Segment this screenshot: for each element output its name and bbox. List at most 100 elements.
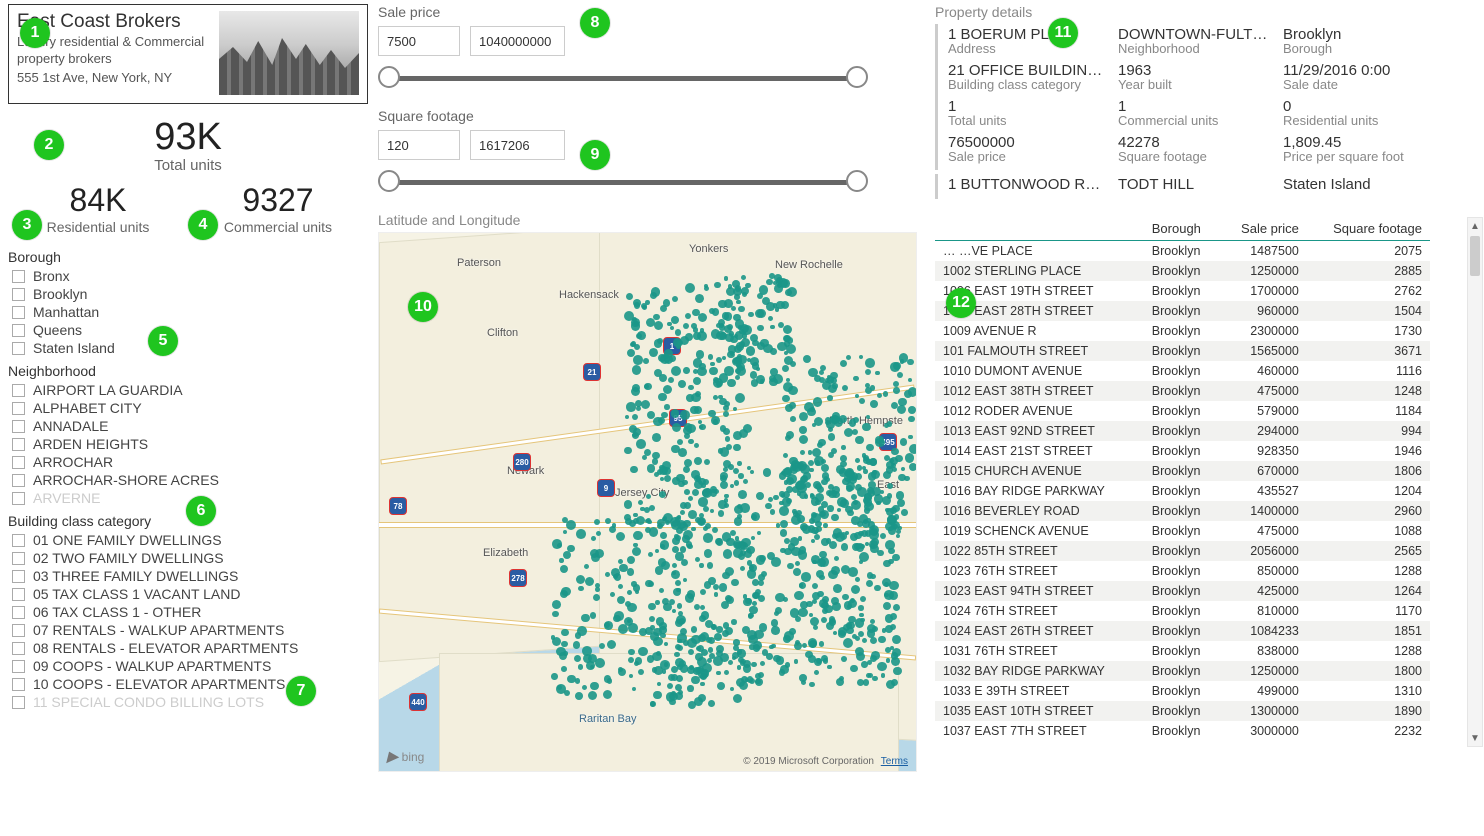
map-point[interactable] bbox=[629, 674, 633, 678]
map-point[interactable] bbox=[650, 625, 655, 630]
map-point[interactable] bbox=[674, 652, 679, 657]
map-point[interactable] bbox=[768, 497, 773, 502]
map-point[interactable] bbox=[651, 287, 660, 296]
map-point[interactable] bbox=[699, 513, 704, 518]
map-point[interactable] bbox=[854, 543, 861, 550]
map-point[interactable] bbox=[864, 493, 872, 501]
map-point[interactable] bbox=[675, 552, 683, 560]
map-point[interactable] bbox=[855, 458, 860, 463]
map-point[interactable] bbox=[691, 323, 697, 329]
map-point[interactable] bbox=[723, 549, 732, 558]
map-point[interactable] bbox=[720, 475, 727, 482]
map-point[interactable] bbox=[639, 628, 647, 636]
checkbox-icon[interactable] bbox=[12, 324, 25, 337]
map-point[interactable] bbox=[844, 471, 849, 476]
table-scrollbar[interactable]: ▲ ▼ bbox=[1467, 217, 1483, 747]
map-point[interactable] bbox=[675, 658, 684, 667]
map-point[interactable] bbox=[862, 423, 871, 432]
map-point[interactable] bbox=[641, 400, 650, 409]
map-point[interactable] bbox=[738, 490, 747, 499]
checkbox-icon[interactable] bbox=[12, 474, 25, 487]
checkbox-icon[interactable] bbox=[12, 420, 25, 433]
map-point[interactable] bbox=[790, 361, 796, 367]
range-sqft-slider[interactable] bbox=[378, 170, 868, 194]
map-point[interactable] bbox=[779, 501, 783, 505]
slicer-item[interactable]: Bronx bbox=[8, 267, 368, 285]
map-point[interactable] bbox=[893, 362, 901, 370]
map-point[interactable] bbox=[810, 617, 819, 626]
map-point[interactable] bbox=[670, 326, 674, 330]
map-point[interactable] bbox=[728, 284, 732, 288]
table-row[interactable]: 1010 DUMONT AVENUEBrooklyn4600001116 bbox=[935, 361, 1430, 381]
map-point[interactable] bbox=[808, 525, 816, 533]
map-point[interactable] bbox=[878, 636, 885, 643]
map-point[interactable] bbox=[823, 523, 828, 528]
map-point[interactable] bbox=[775, 593, 784, 602]
table-row[interactable]: 1023 EAST 94TH STREETBrooklyn4250001264 bbox=[935, 581, 1430, 601]
map-point[interactable] bbox=[866, 444, 873, 451]
map-point[interactable] bbox=[617, 596, 625, 604]
table-row[interactable]: 1031 76TH STREETBrooklyn8380001288 bbox=[935, 641, 1430, 661]
map-point[interactable] bbox=[739, 329, 743, 333]
map-point[interactable] bbox=[857, 521, 863, 527]
map-point[interactable] bbox=[595, 587, 600, 592]
map-point[interactable] bbox=[780, 529, 787, 536]
scroll-thumb[interactable] bbox=[1470, 236, 1480, 276]
checkbox-icon[interactable] bbox=[12, 588, 25, 601]
map-point[interactable] bbox=[861, 661, 867, 667]
table-row[interactable]: 1006 EAST 28TH STREETBrooklyn9600001504 bbox=[935, 301, 1430, 321]
map-point[interactable] bbox=[827, 665, 831, 669]
map-point[interactable] bbox=[821, 479, 828, 486]
map-point[interactable] bbox=[552, 600, 561, 609]
map-point[interactable] bbox=[800, 601, 808, 609]
map-point[interactable] bbox=[855, 577, 860, 582]
map-point[interactable] bbox=[828, 490, 836, 498]
map-point[interactable] bbox=[724, 276, 728, 280]
checkbox-icon[interactable] bbox=[12, 642, 25, 655]
map-point[interactable] bbox=[742, 626, 750, 634]
map-point[interactable] bbox=[818, 439, 826, 447]
map-point[interactable] bbox=[737, 514, 742, 519]
table-row[interactable]: 1033 E 39TH STREETBrooklyn4990001310 bbox=[935, 681, 1430, 701]
map-point[interactable] bbox=[701, 611, 709, 619]
map-point[interactable] bbox=[907, 359, 913, 365]
map-point[interactable] bbox=[582, 646, 592, 656]
map-point[interactable] bbox=[840, 360, 847, 367]
map-point[interactable] bbox=[859, 355, 863, 359]
checkbox-icon[interactable] bbox=[12, 696, 25, 709]
map-point[interactable] bbox=[771, 626, 779, 634]
map-point[interactable] bbox=[811, 513, 820, 522]
map-point[interactable] bbox=[790, 416, 796, 422]
map-point[interactable] bbox=[672, 563, 677, 568]
map-point[interactable] bbox=[593, 594, 600, 601]
map-point[interactable] bbox=[688, 510, 697, 519]
map-point[interactable] bbox=[842, 385, 848, 391]
table-row[interactable]: 1015 CHURCH AVENUEBrooklyn6700001806 bbox=[935, 461, 1430, 481]
map-point[interactable] bbox=[561, 629, 568, 636]
map-point[interactable] bbox=[689, 665, 694, 670]
map-point[interactable] bbox=[575, 632, 581, 638]
map-point[interactable] bbox=[676, 675, 683, 682]
map-point[interactable] bbox=[832, 383, 837, 388]
checkbox-icon[interactable] bbox=[12, 270, 25, 283]
property-detail-card-2[interactable]: 1 BUTTONWOOD R… TODT HILL Staten Island bbox=[935, 174, 1465, 199]
map-point[interactable] bbox=[831, 514, 838, 521]
map-point[interactable] bbox=[800, 450, 805, 455]
map-point[interactable] bbox=[750, 371, 757, 378]
map-point[interactable] bbox=[732, 280, 740, 288]
map-point[interactable] bbox=[885, 540, 895, 550]
map-point[interactable] bbox=[652, 652, 661, 661]
map-point[interactable] bbox=[573, 641, 580, 648]
slicer-item[interactable]: ARROCHAR-SHORE ACRES bbox=[8, 471, 368, 489]
map-point[interactable] bbox=[860, 596, 866, 602]
map-point[interactable] bbox=[745, 283, 751, 289]
map-point[interactable] bbox=[709, 367, 718, 376]
slicer-item[interactable]: 08 RENTALS - ELEVATOR APARTMENTS bbox=[8, 639, 368, 657]
table-row[interactable]: 1035 EAST 10TH STREETBrooklyn13000001890 bbox=[935, 701, 1430, 721]
map-point[interactable] bbox=[728, 464, 734, 470]
map-point[interactable] bbox=[723, 411, 729, 417]
map-point[interactable] bbox=[611, 568, 620, 577]
map-point[interactable] bbox=[604, 622, 610, 628]
map-point[interactable] bbox=[718, 510, 725, 517]
map-point[interactable] bbox=[810, 493, 814, 497]
